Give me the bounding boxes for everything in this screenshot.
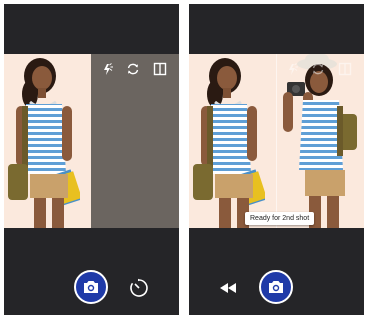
camera-controls xyxy=(189,228,364,315)
split-divider xyxy=(276,54,277,228)
subject-photo-1 xyxy=(8,56,80,228)
split-view-icon[interactable] xyxy=(152,61,168,77)
split-view-icon[interactable] xyxy=(337,61,353,77)
switch-camera-icon[interactable] xyxy=(125,61,141,77)
unshot-half-overlay xyxy=(91,54,179,228)
shutter-button[interactable] xyxy=(74,270,108,304)
subject-photo-2 xyxy=(283,54,357,228)
camera-viewfinder[interactable] xyxy=(4,54,179,228)
rewind-icon xyxy=(220,283,236,293)
camera-controls xyxy=(4,228,179,315)
status-toast: Ready for 2nd shot xyxy=(245,212,315,225)
shutter-camera-icon xyxy=(269,281,283,293)
screen-first-shot xyxy=(4,4,179,315)
flash-icon[interactable] xyxy=(100,61,116,77)
timer-icon xyxy=(130,278,148,297)
camera-viewfinder[interactable] xyxy=(189,54,364,228)
screen-second-shot: Ready for 2nd shot xyxy=(189,4,364,315)
rewind-button[interactable] xyxy=(217,277,239,299)
switch-camera-icon[interactable] xyxy=(310,61,326,77)
timer-button[interactable] xyxy=(128,277,150,299)
subject-photo-1 xyxy=(193,56,265,228)
shutter-camera-icon xyxy=(84,281,98,293)
flash-icon[interactable] xyxy=(285,61,301,77)
shutter-button[interactable] xyxy=(259,270,293,304)
